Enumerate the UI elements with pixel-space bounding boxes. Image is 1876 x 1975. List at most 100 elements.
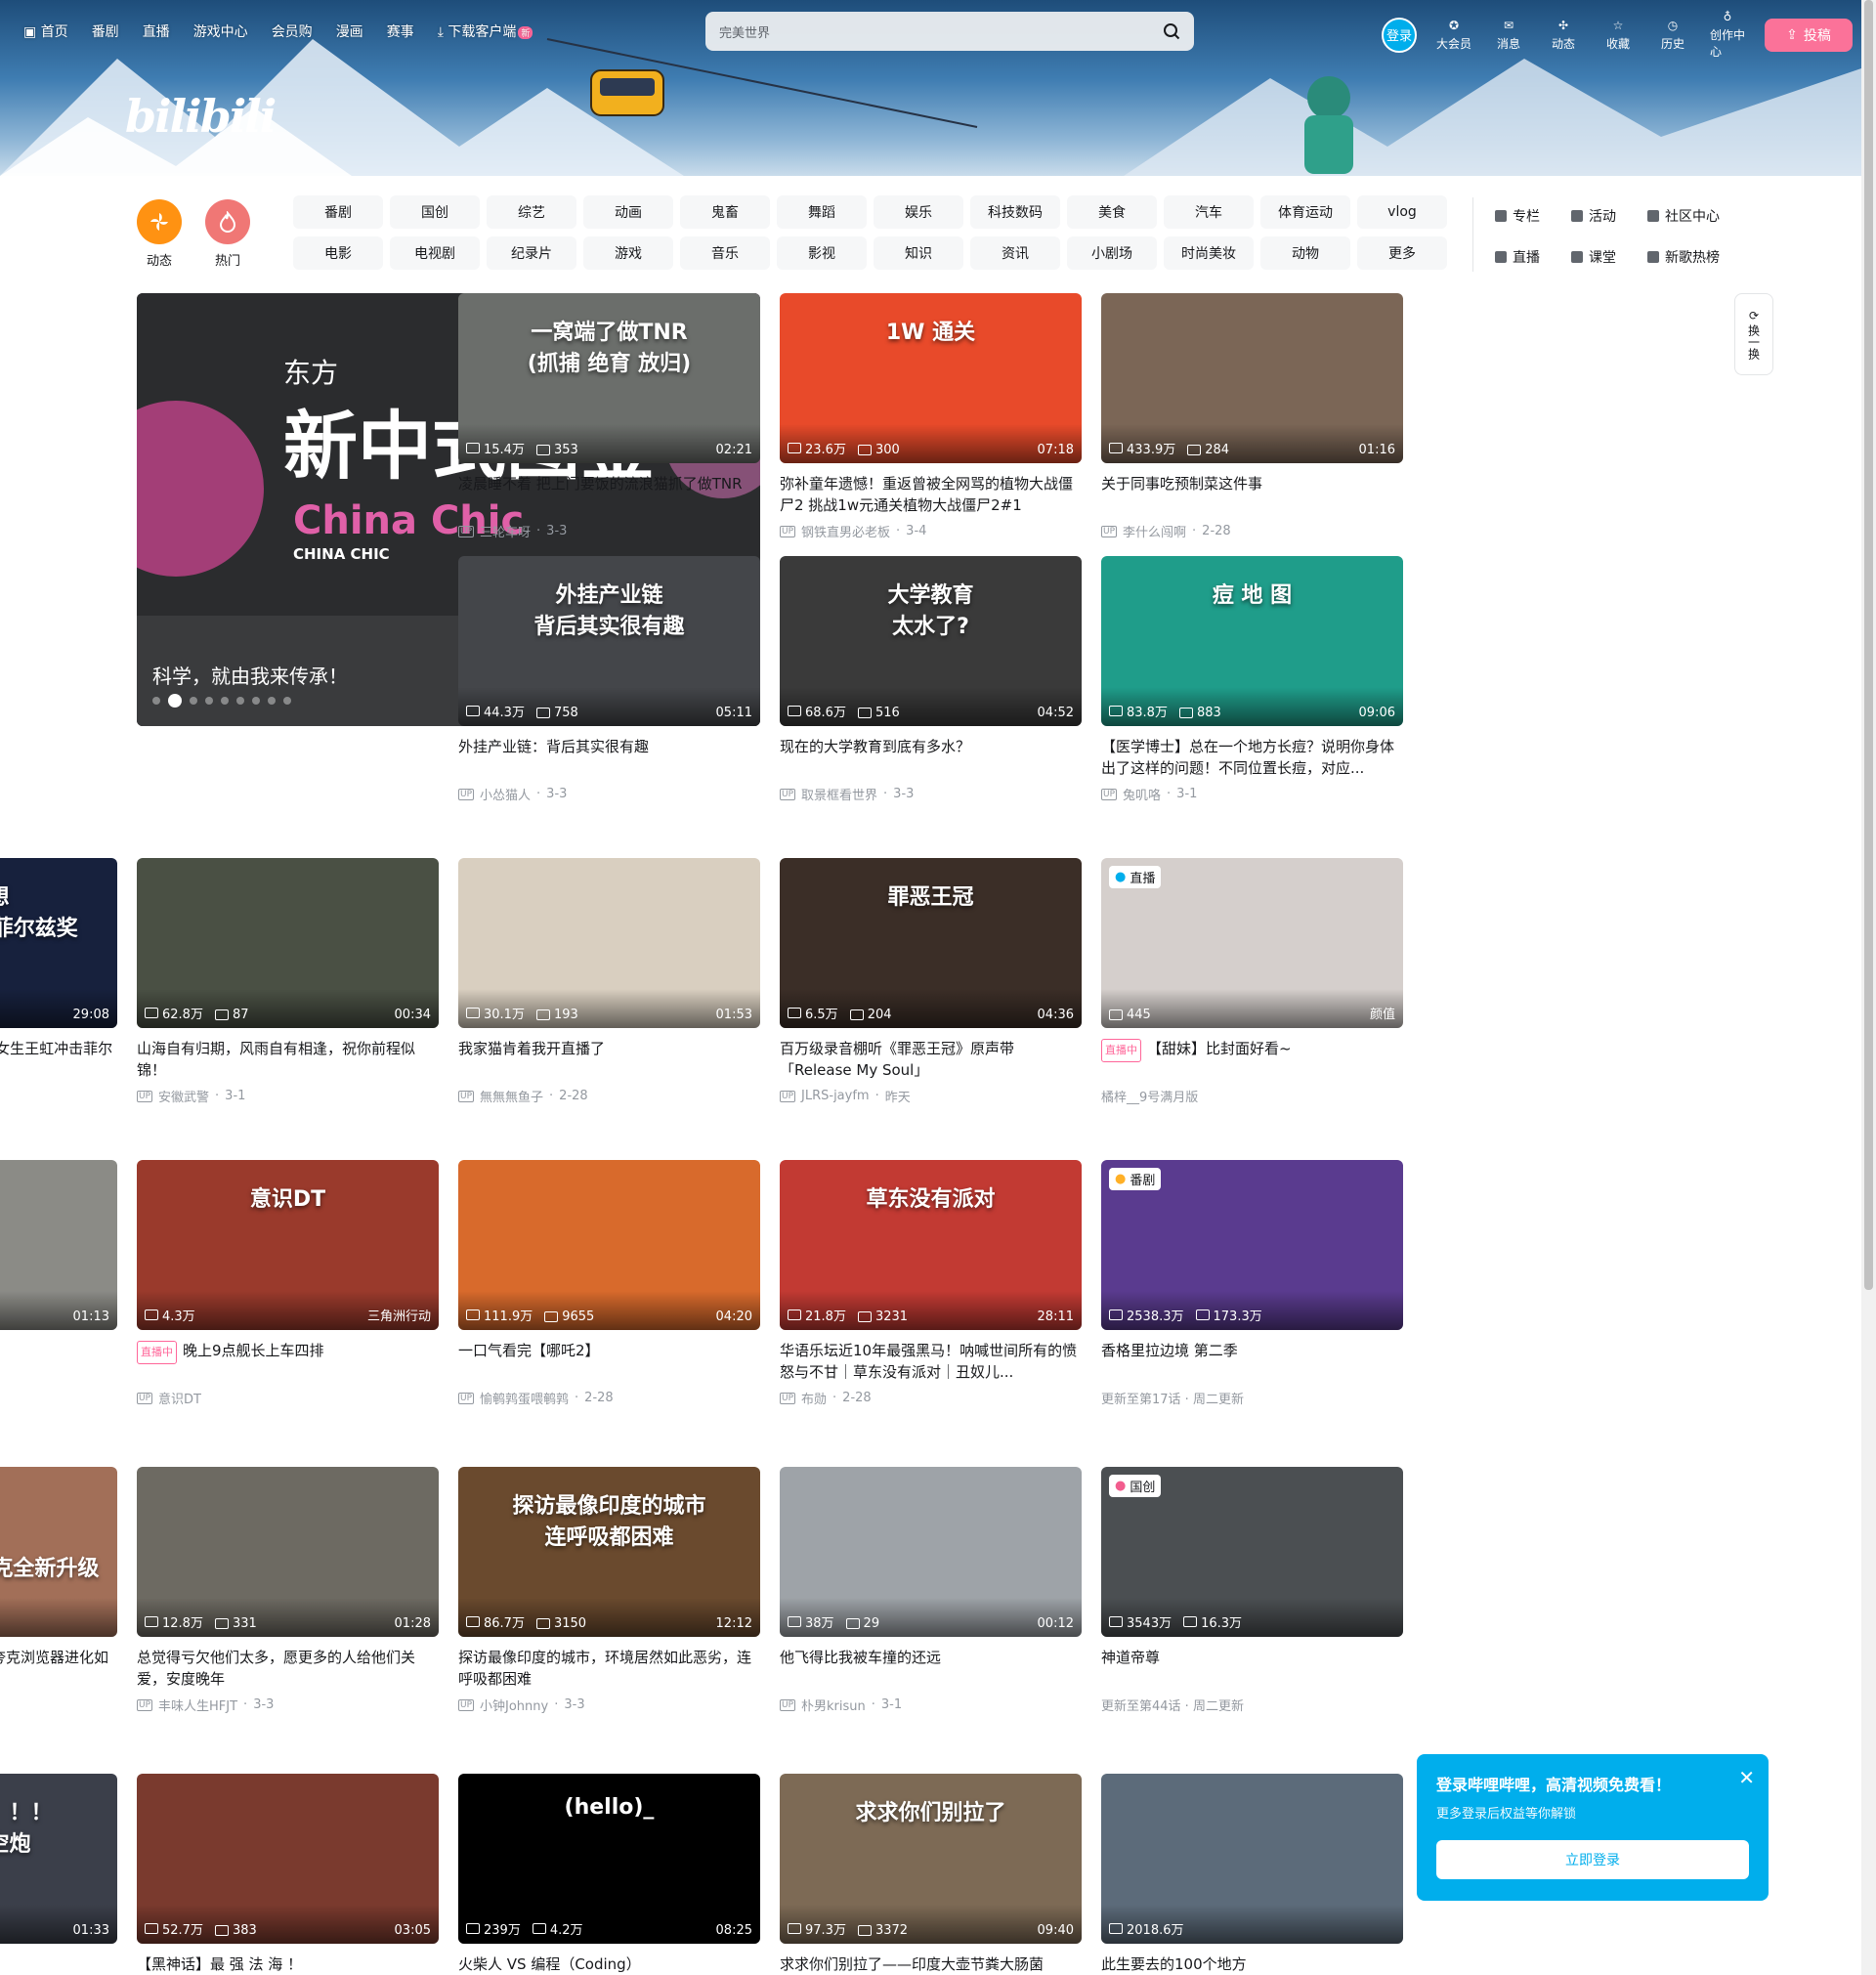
uploader-name[interactable]: 布勋 (801, 1389, 827, 1407)
nav-home[interactable]: ▣ 首页 (23, 21, 68, 41)
video-title[interactable]: 鹿！童！真！男！人！！！ (0, 1954, 117, 1975)
video-title[interactable]: 我家猫肯着我开直播了 (458, 1038, 760, 1081)
uploader-name[interactable]: 朴男krisun (801, 1696, 866, 1714)
video-title[interactable]: 凌晨睡不着 把上门要饭的流浪猫抓了做TNR (458, 473, 760, 516)
uploader-name[interactable]: 取景框看世界 (801, 785, 877, 803)
channel-tag[interactable]: 动画 (583, 195, 673, 229)
video-title[interactable]: 【医学博士】总在一个地方长痘？说明你身体出了这样的问题！不同位置长痘，对应... (1101, 736, 1403, 779)
video-card[interactable]: 111.9万 9655 04:20 一口气看完【哪吒2】 UP 愉鹌鹑蛋喂鹌鹑 · 2-28 (458, 1160, 760, 1407)
video-title[interactable]: 此生要去的100个地方 (1101, 1954, 1403, 1975)
video-title-text[interactable]: 此生要去的100个地方 (1101, 1955, 1247, 1973)
video-card[interactable]: 外挂产业链 背后其实很有趣 44.3万 758 05:11 外挂产业链：背后其实很有趣 U… (458, 556, 760, 803)
video-thumbnail[interactable]: 433.9万 284 01:16 (1101, 293, 1403, 463)
nav-download[interactable]: ⤓ 下载客户端新 (438, 21, 533, 41)
video-title-text[interactable]: 【医学博士】总在一个地方长痘？说明你身体出了这样的问题！不同位置长痘，对应... (1101, 738, 1394, 777)
video-thumbnail[interactable]: 求求你们别拉了 97.3万 3372 09:40 (780, 1774, 1082, 1944)
video-title-text[interactable]: 华语乐坛近10年最强黑马！呐喊世间所有的愤怒与不甘｜草东没有派对｜丑奴儿... (780, 1342, 1077, 1381)
video-title[interactable]: 火柴人 VS 编程（Coding） (458, 1954, 760, 1975)
channel-tag[interactable]: 更多 (1357, 236, 1447, 270)
link-column[interactable]: 专栏 (1495, 195, 1571, 236)
video-thumbnail[interactable]: 30.1万 193 01:53 (458, 858, 760, 1028)
dot[interactable] (236, 697, 244, 705)
video-thumbnail[interactable]: 意识DT 4.3万 三角洲行动 (137, 1160, 439, 1330)
channel-tag[interactable]: 纪录片 (487, 236, 576, 270)
uploader-name[interactable]: 兔叽咯 (1123, 785, 1161, 803)
video-title-text[interactable]: 弥补童年遗憾！重返曾被全网骂的植物大战僵尸2 挑战1w元通关植物大战僵尸2#1 (780, 475, 1073, 514)
video-title[interactable]: 外挂产业链：背后其实很有趣 (458, 736, 760, 779)
video-thumbnail[interactable]: 草东没有派对 21.8万 3231 28:11 (780, 1160, 1082, 1330)
channel-tag[interactable]: 鬼畜 (680, 195, 770, 229)
video-thumbnail[interactable]: 夸克 搜索 上线深度思考 夸克全新升级 (0, 1467, 117, 1637)
popup-login-button[interactable]: 立即登录 (1436, 1840, 1749, 1879)
channel-tag[interactable]: 舞蹈 (777, 195, 867, 229)
video-title[interactable]: 关于同事吃预制菜这件事 (1101, 473, 1403, 516)
video-title-text[interactable]: 神道帝尊 (1101, 1649, 1160, 1666)
video-thumbnail[interactable]: 38万 29 00:12 (780, 1467, 1082, 1637)
video-card[interactable]: ● 直播 445 颜值 直播中 【甜妹】比封面好看~ 橘梓__9号满月版 (1101, 858, 1403, 1105)
search-icon[interactable] (1163, 22, 1180, 40)
video-title[interactable]: 百万级录音棚听《罪恶王冠》原声带「Release My Soul」 (780, 1038, 1082, 1081)
video-card[interactable]: 挂谷猜想 90后女生冲击菲尔兹奖 11.5万91529:08 挂谷猜想究竟是什么？9… (0, 858, 117, 1105)
video-thumbnail[interactable]: 外挂产业链 背后其实很有趣 44.3万 758 05:11 (458, 556, 760, 726)
video-thumbnail[interactable]: ● 番剧 2538.3万 173.3万 (1101, 1160, 1403, 1330)
uploader-name[interactable]: 安徽武警 (158, 1087, 209, 1105)
video-title[interactable]: 香格里拉边境 第二季 (1101, 1340, 1403, 1383)
video-thumbnail[interactable]: (hello)_ 239万 4.2万 08:25 (458, 1774, 760, 1944)
video-card[interactable]: 241.7万104501:13 晚上睡觉时的精神状态 10万点赞UP碧月狐·2-28 (0, 1160, 117, 1407)
scrollbar-thumb[interactable] (1864, 0, 1873, 1290)
video-title[interactable]: 现在的大学教育到底有多水？ (780, 736, 1082, 779)
nav-game-center[interactable]: 游戏中心 (193, 21, 248, 41)
video-title-text[interactable]: 【甜妹】比封面好看~ (1147, 1040, 1292, 1057)
video-card[interactable]: 1W 通关 23.6万 300 07:18 弥补童年遗憾！重返曾被全网骂的植物大战僵尸2… (780, 293, 1082, 540)
video-title[interactable]: 直播中 【甜妹】比封面好看~ (1101, 1038, 1403, 1081)
video-title[interactable]: 华语乐坛近10年最强黑马！呐喊世间所有的愤怒与不甘｜草东没有派对｜丑奴儿... (780, 1340, 1082, 1383)
channel-tag[interactable]: vlog (1357, 195, 1447, 229)
video-title-text[interactable]: 火柴人 VS 编程（Coding） (458, 1955, 641, 1973)
channel-tag[interactable]: 动物 (1260, 236, 1350, 270)
video-title-text[interactable]: 关于同事吃预制菜这件事 (1101, 475, 1262, 493)
refresh-button[interactable]: ⟳ 换一换 (1734, 293, 1773, 375)
video-title[interactable]: 弥补童年遗憾！重返曾被全网骂的植物大战僵尸2 挑战1w元通关植物大战僵尸2#1 (780, 473, 1082, 516)
video-thumbnail[interactable]: 241.7万104501:13 (0, 1160, 117, 1330)
channel-tag[interactable]: 番剧 (293, 195, 383, 229)
uploader-name[interactable]: 钢铁直男必老板 (801, 522, 890, 540)
video-thumbnail[interactable]: 大学教育 太水了? 68.6万 516 04:52 (780, 556, 1082, 726)
dot[interactable] (221, 697, 229, 705)
link-live[interactable]: 直播 (1495, 236, 1571, 278)
creator-entry[interactable]: ♁ 创作中心 (1710, 10, 1745, 60)
channel-tag[interactable]: 音乐 (680, 236, 770, 270)
favorite-entry[interactable]: ☆ 收藏 (1600, 19, 1636, 52)
video-thumbnail[interactable]: 痘 地 图 83.8万 883 09:06 (1101, 556, 1403, 726)
channel-tag[interactable]: 娱乐 (874, 195, 963, 229)
video-title[interactable]: 挂谷猜想究竟是什么？90后女生王虹冲击菲尔兹奖！ (0, 1038, 117, 1081)
video-title-text[interactable]: 一口气看完【哪吒2】 (458, 1342, 600, 1359)
video-card[interactable]: ● 番剧 2538.3万 173.3万 香格里拉边境 第二季 更新至第17话 · 周二更新 (1101, 1160, 1403, 1407)
search-bar[interactable]: 完美世界 (705, 12, 1194, 51)
video-card[interactable]: 探访最像印度的城市 连呼吸都困难 86.7万 3150 12:12 探访最像印度的城市，… (458, 1467, 760, 1714)
video-thumbnail[interactable]: 52.7万 383 03:05 (137, 1774, 439, 1944)
search-input[interactable]: 完美世界 (719, 22, 770, 41)
video-thumbnail[interactable]: 一窝端了做TNR (抓捕 绝育 放归) 15.4万 353 02:21 (458, 293, 760, 463)
video-card[interactable]: 意识DT 4.3万 三角洲行动 直播中 晚上9点舰长上车四排 UP 意识DT (137, 1160, 439, 1407)
video-card[interactable]: 鹿童真男人！！！ 王虚宫防空炮 210.7万761101:33 鹿！童！真！男！人！… (0, 1774, 117, 1975)
video-title[interactable]: 总觉得亏欠他们太多，愿更多的人给他们关爱，安度晚年 (137, 1647, 439, 1690)
channel-tag[interactable]: 电影 (293, 236, 383, 270)
upload-button[interactable]: ⇪ 投稿 (1765, 18, 1853, 52)
video-card[interactable]: 草东没有派对 21.8万 3231 28:11 华语乐坛近10年最强黑马！呐喊世间所有的… (780, 1160, 1082, 1407)
link-activity[interactable]: 活动 (1571, 195, 1647, 236)
uploader-name[interactable]: 橘梓__9号满月版 (1101, 1087, 1198, 1105)
carousel-caption[interactable]: 科学，就由我来传承！ (152, 661, 348, 689)
video-thumbnail[interactable]: ● 国创 3543万 16.3万 (1101, 1467, 1403, 1637)
video-title[interactable]: 直播中 晚上9点舰长上车四排 (137, 1340, 439, 1383)
video-title-text[interactable]: 【黑神话】最 强 法 海 ！ (137, 1955, 302, 1973)
video-card[interactable]: 夸克 搜索 上线深度思考 夸克全新升级我有一个惊人的发现！！这夸克浏览器进化如此… (0, 1467, 117, 1713)
video-title-text[interactable]: 现在的大学教育到底有多水？ (780, 738, 970, 755)
video-card[interactable]: 12.8万 331 01:28 总觉得亏欠他们太多，愿更多的人给他们关爱，安度晚年 UP… (137, 1467, 439, 1714)
video-title[interactable]: 我有一个惊人的发现！！这夸克浏览器进化如此之强吗？ (0, 1647, 117, 1690)
uploader-name[interactable]: 愉鹌鹑蛋喂鹌鹑 (480, 1389, 569, 1407)
channel-hot[interactable]: 热门 (205, 199, 250, 269)
nav-manga[interactable]: 漫画 (336, 21, 363, 41)
uploader-name[interactable]: 丰味人生HFJT (158, 1696, 237, 1714)
dot[interactable] (205, 697, 213, 705)
uploader-name[interactable]: 小怂猫人 (480, 785, 531, 803)
